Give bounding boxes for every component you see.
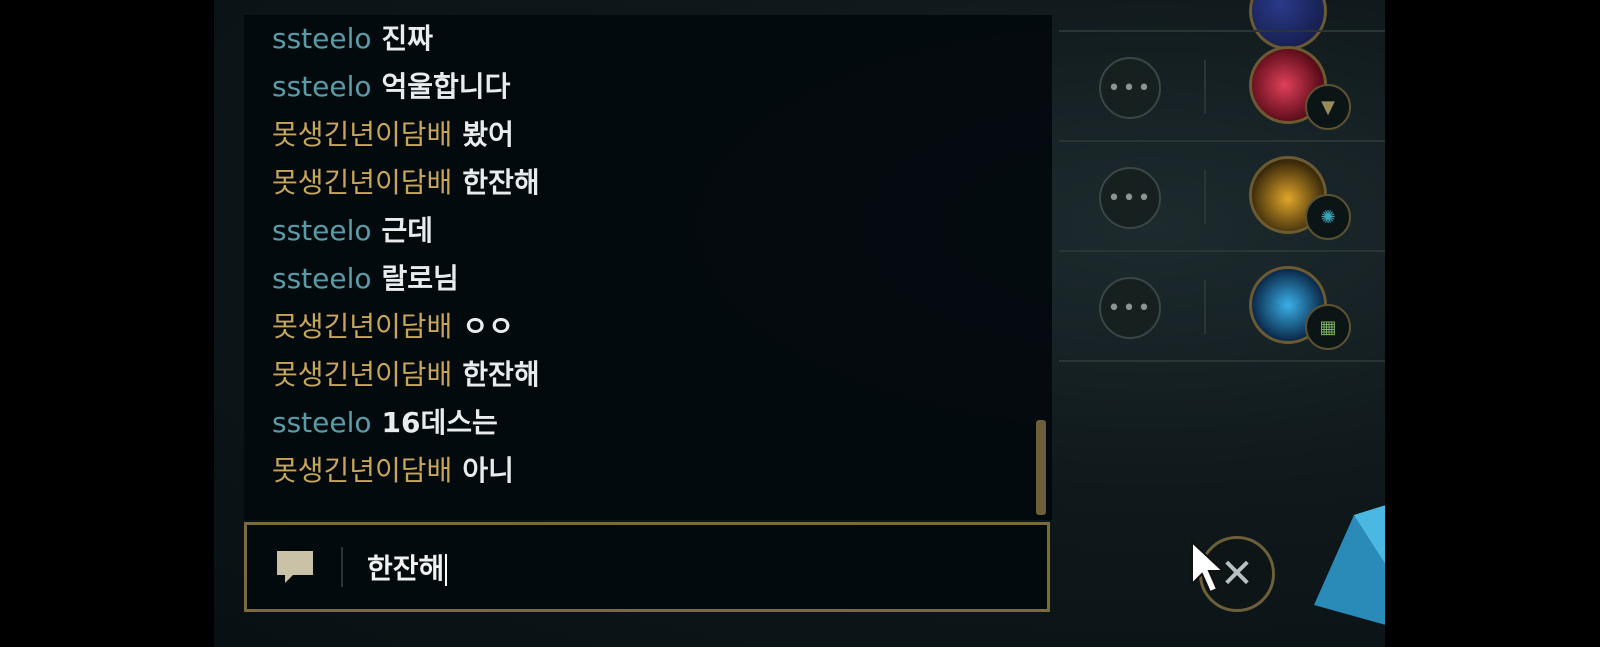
sender-name[interactable]: 못생긴년이담배 [272,358,452,391]
chat-panel: ssteelo 진짜 ssteelo 억울합니다 못생긴년이담배 봤어 못생긴년이담배… [244,15,1052,520]
message-text: 한잔해 [462,358,540,391]
decorative-crystal-icon [1314,505,1385,625]
message-text: 16데스는 [381,406,498,439]
chat-message: 못생긴년이담배 아니 [272,449,514,489]
chat-message: 못생긴년이담배 봤어 [272,113,514,153]
more-options-button[interactable]: ••• [1099,167,1161,229]
message-text: 한잔해 [462,166,540,199]
sender-name[interactable]: ssteelo [272,70,372,103]
chat-message: ssteelo 억울합니다 [272,65,510,105]
chat-message: 못생긴년이담배 ㅇㅇ [272,305,514,345]
message-text: ㅇㅇ [462,310,514,343]
message-text: 봤어 [462,118,514,151]
sender-name[interactable]: ssteelo [272,22,372,55]
sender-name[interactable]: ssteelo [272,214,372,247]
chat-message: 못생긴년이담배 한잔해 [272,353,540,393]
more-options-button[interactable]: ••• [1099,277,1161,339]
roster-row: ••• ▦ [1059,250,1385,362]
chat-message: 못생긴년이담배 한잔해 [272,161,540,201]
message-text: 랄로님 [381,262,459,295]
sender-name[interactable]: 못생긴년이담배 [272,454,452,487]
team-roster: ••• ▼ ••• ✺ ••• ▦ [1059,0,1385,370]
chat-message: ssteelo 16데스는 [272,401,498,441]
sender-name[interactable]: 못생긴년이담배 [272,310,452,343]
message-text: 아니 [462,454,514,487]
chat-message: ssteelo 랄로님 [272,257,459,297]
position-badge-icon: ▦ [1305,304,1351,350]
chat-input-value: 한잔해 [367,552,445,585]
chat-scrollbar[interactable] [1036,420,1046,515]
roster-row: ••• ✺ [1059,140,1385,250]
game-lobby: ••• ▼ ••• ✺ ••• ▦ ssteelo 진짜 ssteelo 억울합니다… [214,0,1385,647]
more-options-button[interactable]: ••• [1099,57,1161,119]
position-badge-icon: ✺ [1305,194,1351,240]
mouse-cursor-icon [1191,540,1226,594]
speech-bubble-icon [277,551,313,583]
message-text: 진짜 [381,22,434,55]
message-text: 근데 [381,214,434,247]
row-divider [1204,280,1206,334]
chat-input-text[interactable]: 한잔해 [367,547,448,587]
chat-input-field[interactable]: 한잔해 [244,522,1050,612]
chat-message: ssteelo 진짜 [272,17,433,57]
sender-name[interactable]: ssteelo [272,262,372,295]
message-text: 억울합니다 [381,70,511,103]
chat-message: ssteelo 근데 [272,209,433,249]
sender-name[interactable]: 못생긴년이담배 [272,118,452,151]
sender-name[interactable]: 못생긴년이담배 [272,166,452,199]
input-divider [341,547,343,587]
sender-name[interactable]: ssteelo [272,406,372,439]
text-caret [445,554,448,586]
roster-row: ••• ▼ [1059,30,1385,140]
roster-row-partial [1059,0,1385,50]
position-badge-icon: ▼ [1305,84,1351,130]
row-divider [1204,60,1206,114]
row-divider [1204,170,1206,224]
